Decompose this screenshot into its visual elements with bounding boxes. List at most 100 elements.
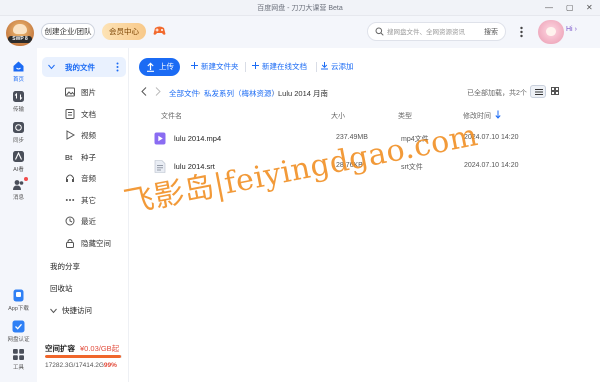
plus-icon	[191, 62, 198, 69]
search-icon	[375, 27, 384, 36]
close-icon[interactable]: ✕	[586, 2, 593, 13]
logo-tag: SWP 8	[8, 36, 32, 43]
storage-expand-title[interactable]: 空间扩容	[45, 343, 75, 354]
new-online-doc-label: 新建在线文档	[262, 62, 307, 71]
audio-label: 音频	[81, 174, 96, 183]
transfer-icon	[13, 91, 24, 102]
quick-access-label: 快捷访问	[62, 306, 92, 315]
forward-arrow-icon[interactable]	[155, 87, 161, 96]
sidebar-item-videos[interactable]: 视频	[37, 126, 128, 144]
avatar-face	[546, 27, 556, 36]
list-view-button[interactable]	[530, 85, 546, 98]
column-header-type[interactable]: 类型	[398, 111, 412, 121]
create-enterprise-button[interactable]: 创建企业/团队	[41, 23, 95, 40]
rail-item-home[interactable]: 首页	[0, 58, 37, 84]
greeting-label: Hi	[566, 26, 573, 33]
rail-item-app-download[interactable]: App下载	[0, 287, 37, 313]
user-avatar[interactable]	[538, 20, 564, 44]
window-title: 百度网盘 - 刀刀大课营 Beta	[257, 5, 343, 12]
new-folder-button[interactable]: 新建文件夹	[191, 61, 239, 72]
sidebar-item-audio[interactable]: 音频	[37, 169, 128, 187]
rail-label-tools: 工具	[12, 365, 24, 371]
rail-label-verify: 网盘认证	[7, 337, 30, 343]
search-button[interactable]: 搜索	[484, 27, 498, 37]
more-vertical-icon[interactable]	[116, 62, 119, 72]
upload-label: 上传	[159, 62, 174, 71]
logo-face	[13, 24, 27, 34]
file-modified: 2024.07.10 14:20	[464, 162, 519, 169]
ai-icon	[13, 151, 24, 162]
game-controller-icon[interactable]	[153, 25, 166, 36]
toolbar-divider	[245, 62, 246, 72]
rail-item-message[interactable]: 消息	[0, 176, 37, 202]
grid-view-button[interactable]	[547, 85, 563, 98]
storage-usage-bar	[45, 355, 122, 358]
sidebar-item-documents[interactable]: 文档	[37, 105, 128, 123]
rail-item-sync[interactable]: 同步	[0, 119, 37, 145]
back-arrow-icon[interactable]	[141, 87, 147, 96]
documents-label: 文档	[81, 110, 96, 119]
top-header: SWP 8 创建企业/团队 会员中心 搜索 Hi ›	[0, 16, 600, 48]
breadcrumb-folder[interactable]: 私发系列（梅林资源）	[204, 88, 279, 99]
sidebar-item-my-share[interactable]: 我的分享	[50, 261, 80, 272]
sidebar-item-torrents[interactable]: Bt 种子	[37, 148, 128, 166]
breadcrumb-separator: ›	[198, 88, 201, 97]
new-online-doc-button[interactable]: 新建在线文档	[252, 61, 307, 72]
sidebar-item-recent[interactable]: 最近	[37, 212, 128, 230]
rail-item-verify[interactable]: 网盘认证	[0, 318, 37, 344]
grid-view-icon	[551, 87, 559, 95]
message-icon	[13, 180, 24, 190]
rail-item-ai[interactable]: AI看	[0, 148, 37, 174]
greeting-text[interactable]: Hi ›	[566, 26, 577, 33]
more-vertical-icon[interactable]	[517, 25, 526, 39]
recent-icon	[65, 216, 75, 226]
upload-button[interactable]: 上传	[139, 58, 180, 76]
search-box[interactable]: 搜索	[367, 22, 506, 41]
rail-item-transfer[interactable]: 传输	[0, 88, 37, 114]
audio-icon	[66, 174, 74, 182]
document-icon	[65, 109, 75, 119]
recent-label: 最近	[81, 217, 96, 226]
sort-descending-icon[interactable]	[495, 110, 501, 119]
chevron-right-icon: ›	[574, 26, 577, 33]
home-icon	[13, 61, 24, 72]
sidebar-item-hidden-space[interactable]: 隐藏空间	[37, 234, 128, 252]
storage-usage-fill	[45, 355, 122, 358]
file-name[interactable]: lulu 2014.mp4	[174, 134, 221, 143]
app-logo[interactable]: SWP 8	[6, 20, 34, 46]
minimize-icon[interactable]: —	[545, 2, 553, 13]
main-content: 上传 新建文件夹 新建在线文档 云添加 全部文件 › 私发系列（梅林资源） › …	[129, 48, 600, 382]
sidebar-item-recycle-bin[interactable]: 回收站	[50, 283, 73, 294]
videos-label: 视频	[81, 131, 96, 140]
rail-label-transfer: 传输	[12, 107, 24, 113]
app-download-icon	[13, 289, 24, 302]
breadcrumb-all-files[interactable]: 全部文件	[169, 88, 199, 99]
storage-price[interactable]: ¥0.03/GB起	[80, 343, 119, 354]
rail-label-ai: AI看	[13, 167, 24, 173]
member-center-button[interactable]: 会员中心	[102, 23, 146, 40]
loaded-count-text: 已全部加载，共2个	[467, 90, 527, 97]
plus-icon	[252, 62, 259, 69]
left-rail: 首页 传输 同步 AI看 消息 App下载 网盘认证 工具	[0, 48, 37, 382]
storage-usage-amount: 17282.3G/17414.2G	[45, 362, 104, 369]
sidebar-item-my-files[interactable]: 我的文件	[42, 57, 126, 77]
torrents-label: 种子	[81, 153, 96, 162]
unread-dot	[24, 177, 28, 181]
sidebar-item-quick-access[interactable]: 快捷访问	[50, 305, 92, 316]
svg-text:Bt: Bt	[65, 155, 73, 162]
storage-usage-percent: 99%	[103, 362, 117, 369]
maximize-icon[interactable]: ▢	[566, 2, 574, 13]
hidden-space-label: 隐藏空间	[81, 239, 111, 248]
cloud-add-button[interactable]: 云添加	[321, 61, 354, 72]
search-input[interactable]	[387, 26, 477, 38]
sidebar-item-other[interactable]: 其它	[37, 191, 128, 209]
other-icon	[65, 199, 75, 201]
cloud-add-label: 云添加	[331, 62, 354, 71]
sidebar-item-images[interactable]: 图片	[37, 83, 128, 101]
tools-icon	[13, 349, 24, 360]
list-view-icon	[535, 89, 543, 95]
toolbar-divider	[316, 62, 317, 72]
rail-item-tools[interactable]: 工具	[0, 346, 37, 372]
column-header-name[interactable]: 文件名	[161, 111, 182, 121]
column-header-size[interactable]: 大小	[331, 111, 345, 121]
